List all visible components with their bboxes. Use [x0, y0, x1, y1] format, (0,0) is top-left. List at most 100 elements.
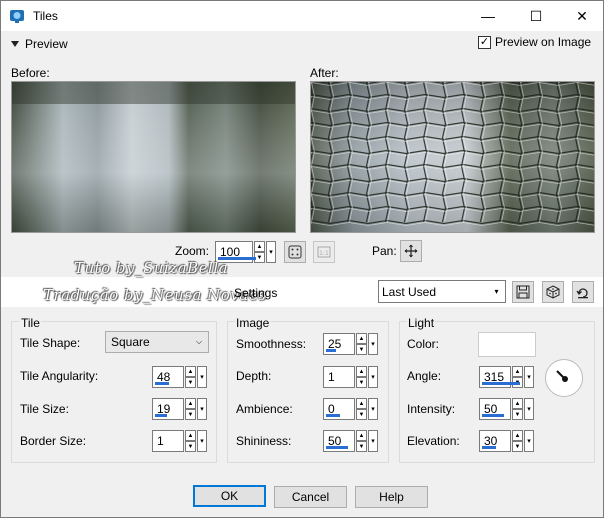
dice-icon: [546, 285, 560, 299]
chevron-down-icon: ⌵: [195, 337, 203, 346]
intensity-label: Intensity:: [407, 402, 456, 416]
shininess-field[interactable]: 50: [323, 430, 355, 452]
maximize-icon: ☐: [529, 7, 543, 24]
depth-value: 1: [328, 370, 335, 384]
ambience-field[interactable]: 0: [323, 398, 355, 420]
tile-size-label: Tile Size:: [20, 402, 69, 416]
preview-on-image-checkbox[interactable]: ✓: [478, 35, 491, 49]
depth-spinner[interactable]: 1 ▲ ▼ ▾: [323, 366, 378, 388]
elevation-field[interactable]: 30: [479, 430, 511, 452]
title-bar: Tiles — ☐ ✕: [1, 1, 603, 31]
preview-on-image-option[interactable]: ✓ Preview on Image: [478, 35, 591, 49]
after-label: After:: [310, 66, 339, 80]
light-group-title: Light: [407, 316, 436, 330]
before-image: [12, 82, 295, 232]
preset-dropdown[interactable]: Last Used ▾: [378, 280, 506, 303]
smoothness-field[interactable]: 25: [323, 333, 355, 355]
angle-spinner[interactable]: 315 ▲▼ ▾: [479, 366, 534, 388]
light-color-swatch[interactable]: [478, 332, 536, 357]
save-preset-button[interactable]: [512, 281, 534, 303]
ambience-spinner[interactable]: 0 ▲ ▼ ▾: [323, 398, 378, 420]
settings-label: Settings: [234, 286, 278, 300]
border-size-value: 1: [157, 434, 164, 448]
elevation-dropdown[interactable]: ▾: [524, 430, 534, 452]
angle-dropdown[interactable]: ▾: [524, 366, 534, 388]
shininess-stepper[interactable]: ▲ ▼: [356, 430, 367, 452]
ambience-stepper[interactable]: ▲ ▼: [356, 398, 367, 420]
smoothness-dropdown[interactable]: ▾: [368, 333, 378, 355]
ambience-dropdown[interactable]: ▾: [368, 398, 378, 420]
close-icon: ✕: [576, 7, 588, 24]
help-button[interactable]: Help: [355, 486, 428, 508]
preview-on-image-label: Preview on Image: [495, 35, 592, 49]
tile-size-spinner[interactable]: 19 ▲ ▼ ▾: [152, 398, 207, 420]
smoothness-stepper[interactable]: ▲ ▼: [356, 333, 367, 355]
actual-size-icon: 1:1: [317, 246, 331, 258]
minimize-icon: —: [481, 8, 495, 24]
save-icon: [516, 285, 530, 299]
angle-field[interactable]: 315: [479, 366, 520, 388]
after-preview[interactable]: [310, 81, 595, 233]
elevation-stepper[interactable]: ▲ ▼: [512, 430, 523, 452]
elevation-label: Elevation:: [407, 434, 460, 448]
intensity-field[interactable]: 50: [479, 398, 511, 420]
tile-size-dropdown[interactable]: ▾: [197, 398, 207, 420]
svg-text:1:1: 1:1: [319, 250, 329, 257]
tile-shape-label: Tile Shape:: [20, 336, 81, 350]
maximize-button[interactable]: ☐: [513, 1, 559, 31]
reset-button[interactable]: [572, 281, 594, 303]
zoom-actual-size-button[interactable]: 1:1: [313, 241, 335, 263]
tile-angularity-field[interactable]: 48: [152, 366, 184, 388]
intensity-dropdown[interactable]: ▾: [524, 398, 534, 420]
intensity-spinner[interactable]: 50 ▲ ▼ ▾: [479, 398, 534, 420]
zoom-fit-icon: [288, 245, 302, 259]
border-size-spinner[interactable]: 1 ▲ ▼ ▾: [152, 430, 207, 452]
angle-dial-icon: [556, 370, 568, 382]
elevation-spinner[interactable]: 30 ▲ ▼ ▾: [479, 430, 534, 452]
smoothness-spinner[interactable]: 25 ▲ ▼ ▾: [323, 333, 378, 355]
tile-angularity-stepper[interactable]: ▲ ▼: [185, 366, 196, 388]
preview-toggle[interactable]: Preview: [11, 37, 68, 51]
shininess-dropdown[interactable]: ▾: [368, 430, 378, 452]
reset-icon: [576, 288, 588, 299]
border-size-dropdown[interactable]: ▾: [197, 430, 207, 452]
tile-size-stepper[interactable]: ▲ ▼: [185, 398, 196, 420]
chevron-down-icon: ▾: [494, 287, 499, 296]
border-size-field[interactable]: 1: [152, 430, 184, 452]
watermark-line-1: Tuto by_SuizaBella: [74, 259, 229, 277]
border-size-stepper[interactable]: ▲ ▼: [185, 430, 196, 452]
tile-angularity-dropdown[interactable]: ▾: [197, 366, 207, 388]
minimize-button[interactable]: —: [465, 1, 511, 31]
tile-shape-value: Square: [111, 335, 150, 349]
angle-label: Angle:: [407, 369, 442, 383]
depth-dropdown[interactable]: ▾: [368, 366, 378, 388]
depth-stepper[interactable]: ▲ ▼: [356, 366, 367, 388]
ok-button[interactable]: OK: [193, 485, 266, 507]
preset-value: Last Used: [382, 285, 437, 299]
zoom-fit-button[interactable]: [284, 241, 306, 263]
preview-header: Preview ✓ Preview on Image: [1, 31, 603, 57]
before-preview[interactable]: [11, 81, 296, 233]
watermark-line-2: Tradução by_Neusa Novaes: [43, 286, 267, 304]
light-color-label: Color:: [407, 337, 440, 351]
tile-shape-select[interactable]: Square ⌵: [105, 331, 209, 353]
randomize-button[interactable]: [542, 281, 564, 303]
close-button[interactable]: ✕: [559, 1, 604, 31]
intensity-stepper[interactable]: ▲ ▼: [512, 398, 523, 420]
window-title: Tiles: [33, 9, 58, 23]
after-image: [311, 82, 594, 232]
cancel-button[interactable]: Cancel: [274, 486, 347, 508]
before-label: Before:: [11, 66, 50, 80]
tile-size-field[interactable]: 19: [152, 398, 184, 420]
pan-button[interactable]: [400, 240, 422, 262]
depth-field[interactable]: 1: [323, 366, 355, 388]
tile-group-title: Tile: [20, 316, 41, 330]
light-angle-dial[interactable]: [545, 359, 583, 397]
shininess-spinner[interactable]: 50 ▲ ▼ ▾: [323, 430, 378, 452]
border-size-label: Border Size:: [20, 434, 87, 448]
shininess-label: Shininess:: [236, 434, 292, 448]
tile-angularity-spinner[interactable]: 48 ▲ ▼ ▾: [152, 366, 207, 388]
tile-angularity-label: Tile Angularity:: [20, 369, 99, 383]
zoom-dropdown[interactable]: ▾: [266, 241, 276, 263]
zoom-label: Zoom:: [175, 244, 210, 258]
